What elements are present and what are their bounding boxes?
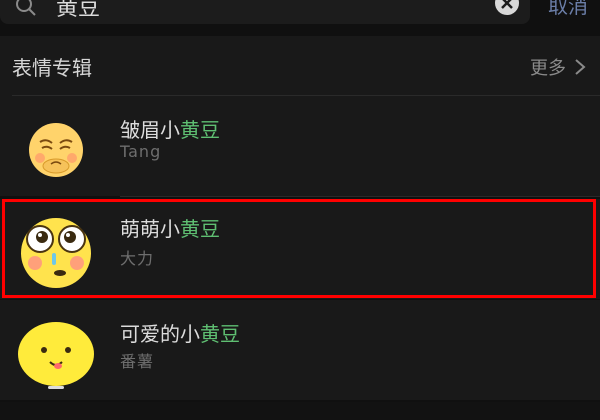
blob-emoji-icon — [18, 322, 94, 389]
bottom-edge — [0, 402, 600, 420]
album-name: 可爱的小黄豆 — [120, 322, 240, 346]
emoji-search-screen: 黄豆 取消 表情专辑 更多 皱眉小黄豆 Tang 萌萌小黄豆 大力 可爱的小黄豆… — [0, 0, 600, 420]
list-item[interactable]: 皱眉小黄豆 Tang — [0, 96, 600, 196]
search-icon — [16, 0, 36, 16]
frowning-emoji-icon — [29, 123, 83, 177]
album-author: Tang — [120, 142, 162, 161]
section-title: 表情专辑 — [12, 56, 92, 80]
divider — [120, 196, 600, 197]
section-header: 表情专辑 更多 — [0, 36, 600, 96]
more-button[interactable]: 更多 — [530, 54, 566, 80]
search-query-text[interactable]: 黄豆 — [56, 0, 100, 22]
chevron-right-icon[interactable] — [574, 58, 586, 76]
list-item[interactable]: 可爱的小黄豆 番薯 — [0, 300, 600, 400]
album-name: 皱眉小黄豆 — [120, 118, 220, 142]
annotation-highlight-box — [2, 199, 596, 298]
search-bar: 黄豆 取消 — [0, 0, 600, 28]
cancel-button[interactable]: 取消 — [548, 0, 588, 19]
album-author: 番薯 — [120, 352, 155, 371]
clear-icon[interactable] — [492, 0, 522, 18]
